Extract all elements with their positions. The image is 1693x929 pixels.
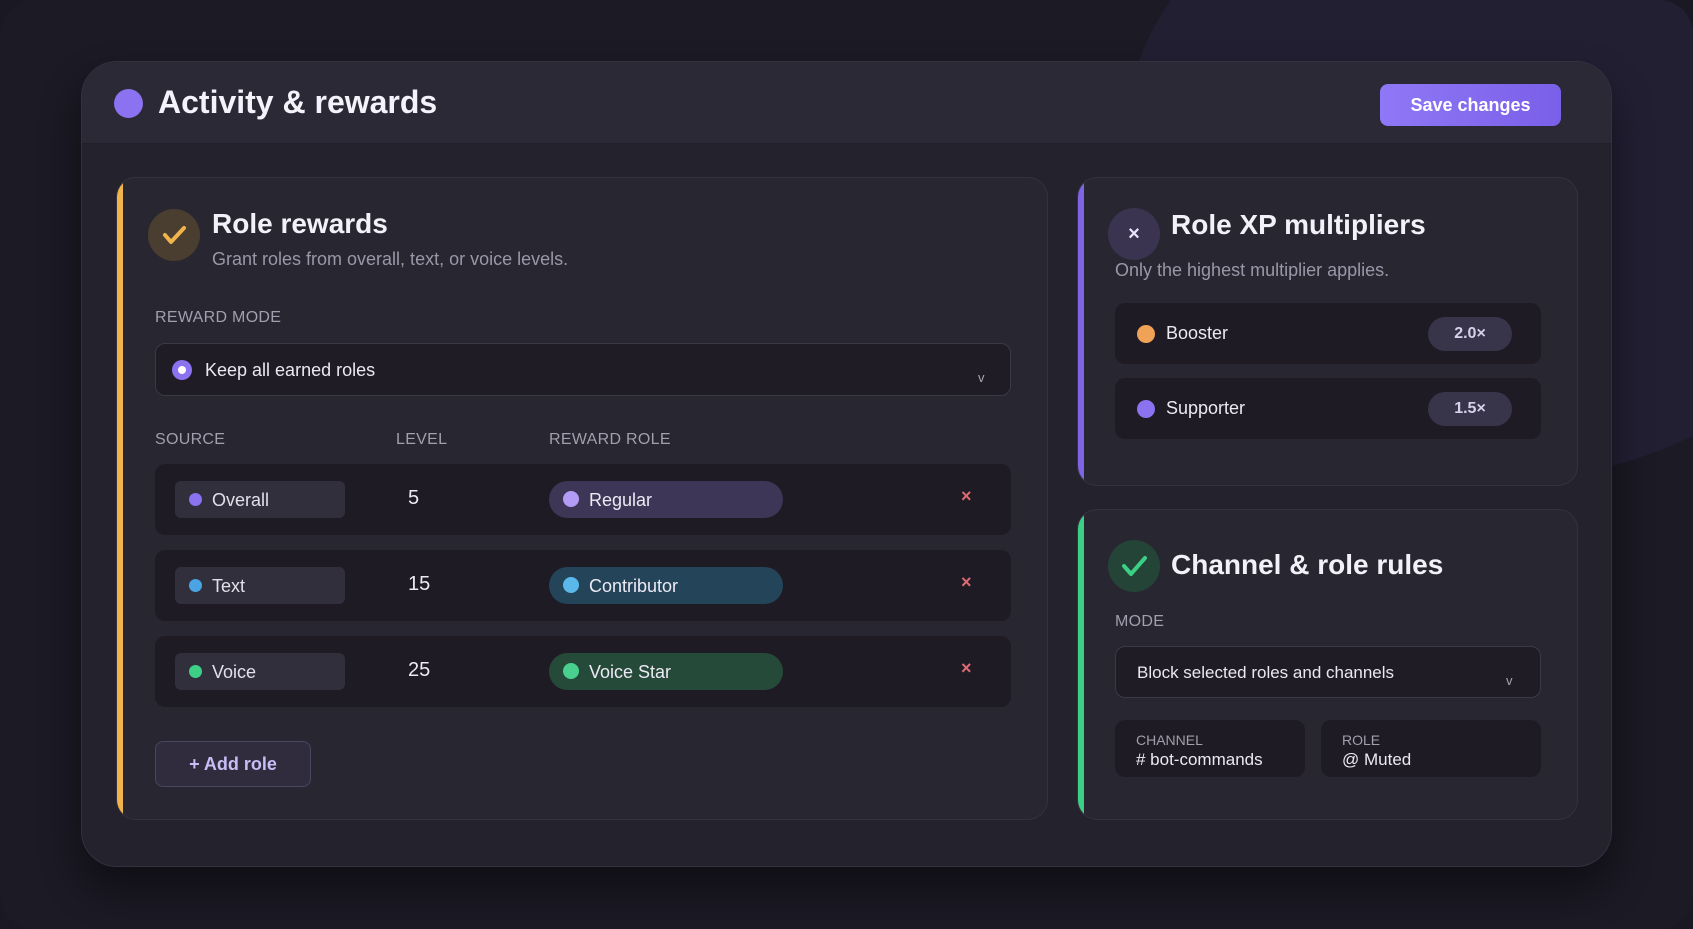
mode-select[interactable]: Block selected roles and channels v <box>1115 646 1541 698</box>
mode-value: Block selected roles and channels <box>1137 663 1395 682</box>
channel-field[interactable]: CHANNEL # bot-commands <box>1115 720 1305 777</box>
source-select[interactable]: Overall <box>175 481 345 518</box>
remove-row-icon[interactable]: × <box>961 486 972 507</box>
multiplier-role-name: Supporter <box>1166 398 1246 418</box>
source-label: Overall <box>212 490 270 510</box>
reward-role-pill[interactable]: Voice Star <box>549 653 783 690</box>
column-header-source: SOURCE <box>155 431 226 448</box>
role-color-dot-icon <box>563 663 579 679</box>
multiplier-value-badge[interactable]: 2.0× <box>1428 317 1512 351</box>
reward-row: Text 15 Contributor × <box>155 550 1011 621</box>
source-dot-icon <box>189 665 202 678</box>
level-value[interactable]: 15 <box>408 573 430 596</box>
close-icon[interactable]: × <box>1108 208 1160 260</box>
role-value: @ Muted <box>1342 750 1412 769</box>
level-value[interactable]: 25 <box>408 659 430 682</box>
xp-multipliers-card: × Role XP multipliers Only the highest m… <box>1077 177 1578 486</box>
channel-rules-card: Channel & role rules MODE Block selected… <box>1077 509 1578 820</box>
reward-role-pill[interactable]: Regular <box>549 481 783 518</box>
role-color-dot-icon <box>563 491 579 507</box>
chevron-down-icon: v <box>1506 673 1513 688</box>
column-header-reward-role: REWARD ROLE <box>549 431 671 448</box>
save-changes-button[interactable]: Save changes <box>1380 84 1561 126</box>
reward-role-label: Regular <box>589 490 653 510</box>
window-header: Activity & rewards Save changes <box>82 62 1611 144</box>
channel-value: # bot-commands <box>1136 750 1263 769</box>
settings-window: Activity & rewards Save changes Role rew… <box>81 61 1612 867</box>
chevron-down-icon: v <box>978 370 985 385</box>
reward-role-label: Contributor <box>589 576 679 596</box>
app-status-dot-icon <box>114 89 143 118</box>
xp-multipliers-title: Role XP multipliers <box>1171 209 1426 240</box>
role-color-dot-icon <box>1137 400 1155 418</box>
role-rewards-card: Role rewards Grant roles from overall, t… <box>116 177 1048 820</box>
reward-role-label: Voice Star <box>589 662 672 682</box>
reward-row: Overall 5 Regular × <box>155 464 1011 535</box>
mode-label: MODE <box>1115 613 1165 630</box>
card-accent-bar <box>1078 178 1084 485</box>
role-color-dot-icon <box>1137 325 1155 343</box>
radio-selected-icon <box>172 360 192 380</box>
card-accent-bar <box>1078 510 1084 819</box>
level-value[interactable]: 5 <box>408 487 419 510</box>
reward-row: Voice 25 Voice Star × <box>155 636 1011 707</box>
reward-mode-value: Keep all earned roles <box>205 360 376 380</box>
remove-row-icon[interactable]: × <box>961 658 972 679</box>
role-rewards-subtitle: Grant roles from overall, text, or voice… <box>212 249 569 269</box>
xp-multipliers-subtitle: Only the highest multiplier applies. <box>1115 260 1390 280</box>
reward-mode-label: REWARD MODE <box>155 309 282 326</box>
role-rewards-title: Role rewards <box>212 208 388 239</box>
reward-role-pill[interactable]: Contributor <box>549 567 783 604</box>
source-label: Voice <box>212 662 257 682</box>
source-select[interactable]: Text <box>175 567 345 604</box>
column-header-level: LEVEL <box>396 431 448 448</box>
multiplier-row-supporter[interactable]: Supporter 1.5× <box>1115 378 1541 439</box>
role-label: ROLE <box>1342 732 1381 748</box>
source-dot-icon <box>189 493 202 506</box>
multiplier-role-name: Booster <box>1166 323 1229 343</box>
multiplier-value-badge[interactable]: 1.5× <box>1428 392 1512 426</box>
page-title: Activity & rewards <box>158 84 438 120</box>
close-glyph: × <box>1128 222 1140 245</box>
remove-row-icon[interactable]: × <box>961 572 972 593</box>
reward-mode-select[interactable]: Keep all earned roles v <box>155 343 1011 396</box>
card-accent-bar <box>117 178 123 819</box>
multiplier-row-booster[interactable]: Booster 2.0× <box>1115 303 1541 364</box>
role-field[interactable]: ROLE @ Muted <box>1321 720 1541 777</box>
add-role-button[interactable]: + Add role <box>155 741 311 787</box>
channel-label: CHANNEL <box>1136 732 1203 748</box>
source-label: Text <box>212 576 246 596</box>
channel-rules-title: Channel & role rules <box>1171 549 1444 580</box>
source-dot-icon <box>189 579 202 592</box>
check-icon <box>148 209 200 261</box>
role-color-dot-icon <box>563 577 579 593</box>
check-icon <box>1108 540 1160 592</box>
source-select[interactable]: Voice <box>175 653 345 690</box>
